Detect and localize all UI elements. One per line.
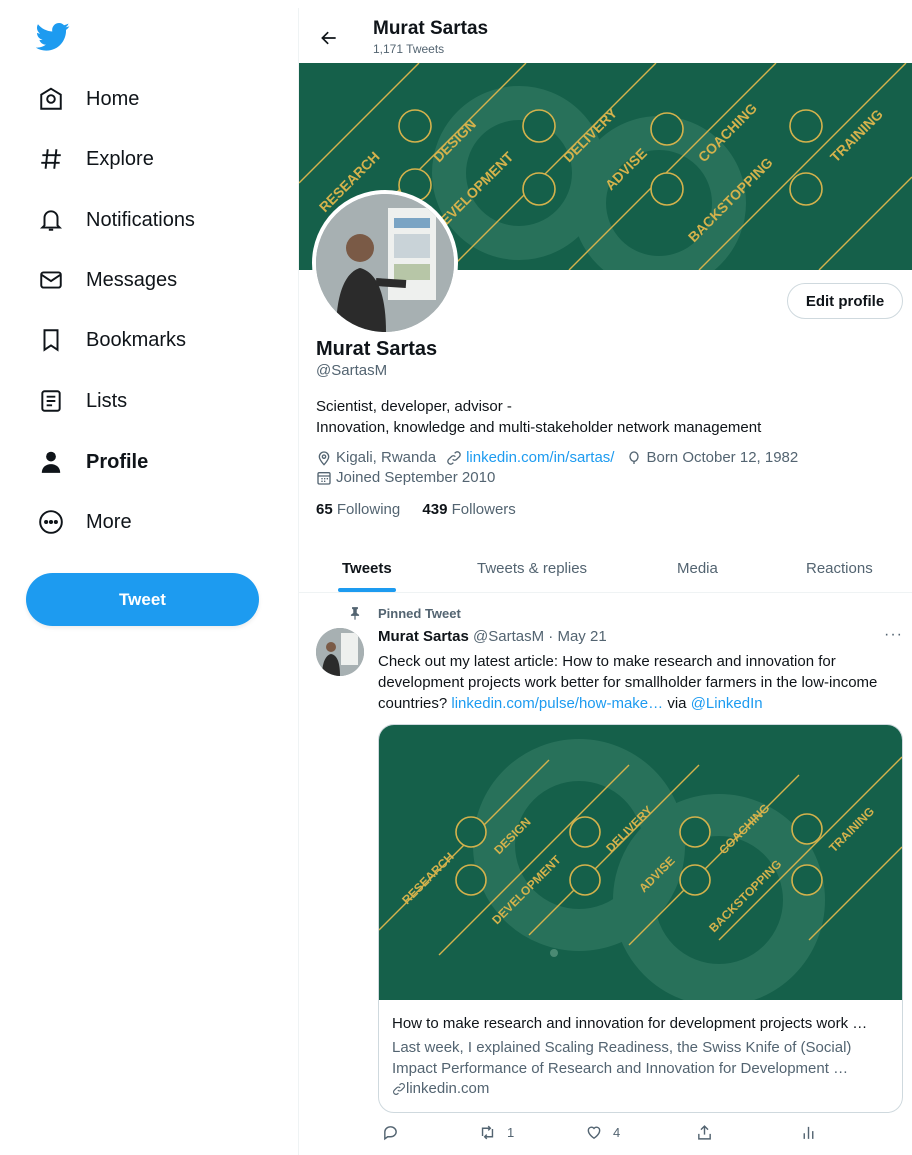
analytics-button[interactable]	[800, 1124, 817, 1141]
sidebar-item-label: Home	[86, 87, 140, 110]
bio-line: Scientist, developer, advisor -	[316, 398, 512, 415]
tweet-button[interactable]: Tweet	[26, 573, 259, 626]
active-tab-indicator	[338, 588, 396, 592]
tab-tweets-replies[interactable]: Tweets & replies	[477, 544, 587, 592]
followers-count: 439	[422, 501, 448, 518]
card-title: How to make research and innovation for …	[392, 1015, 868, 1032]
card-banner-word: RESEARCH	[399, 850, 457, 908]
back-arrow-icon[interactable]	[315, 24, 343, 52]
tweet-header: Murat Sartas @SartasM · May 21	[378, 628, 607, 645]
tweet-link[interactable]: linkedin.com/pulse/how-make…	[451, 695, 663, 712]
sidebar-item-label: Explore	[86, 147, 154, 170]
card-domain: linkedin.com	[406, 1080, 490, 1097]
pin-icon	[348, 606, 362, 625]
profile-bio: Scientist, developer, advisor - Innovati…	[316, 396, 761, 438]
bio-line: Innovation, knowledge and multi-stakehol…	[316, 419, 762, 436]
like-count: 4	[613, 1125, 621, 1140]
sidebar-item-home[interactable]: Home	[36, 79, 139, 119]
sidebar-item-label: Messages	[86, 268, 178, 291]
profile-location: Kigali, Rwanda	[336, 449, 437, 466]
tweet-text: Check out my latest article: How to make…	[378, 651, 908, 714]
tab-reactions[interactable]: Reactions	[806, 544, 873, 592]
profile-joined-row: Joined September 2010	[316, 469, 495, 486]
card-banner-word: BACKSTOPPING	[706, 857, 784, 935]
sidebar-item-explore[interactable]: Explore	[36, 139, 154, 179]
share-icon	[698, 1125, 711, 1140]
card-domain-row: linkedin.com	[392, 1080, 489, 1097]
card-description: Last week, I explained Scaling Readiness…	[392, 1039, 852, 1077]
tab-media[interactable]: Media	[677, 544, 718, 592]
sidebar-item-messages[interactable]: Messages	[36, 260, 177, 300]
profile-joined-date: Joined September 2010	[336, 469, 496, 486]
header-profile-name: Murat Sartas	[373, 18, 489, 39]
edit-profile-button[interactable]: Edit profile	[787, 283, 903, 319]
person-icon	[36, 447, 66, 477]
card-image: RESEARCH DESIGN DEVELOPMENT DELIVERY ADV…	[379, 725, 902, 1000]
bell-icon	[36, 205, 66, 235]
link-preview-card[interactable]: RESEARCH DESIGN DEVELOPMENT DELIVERY ADV…	[378, 724, 903, 1113]
profile-tabs: Tweets Tweets & replies Media Reactions	[299, 544, 912, 593]
bookmark-icon	[36, 325, 66, 355]
retweet-icon	[481, 1125, 494, 1140]
profile-meta-row: Kigali, Rwanda linkedin.com/in/sartas/ B…	[316, 449, 798, 466]
balloon-icon	[629, 450, 640, 464]
profile-handle: @SartasM	[316, 362, 388, 379]
link-icon	[393, 1082, 405, 1095]
following-label: Following	[336, 501, 401, 518]
tab-tweets[interactable]: Tweets	[342, 544, 392, 592]
profile-website-link[interactable]: linkedin.com/in/sartas/	[466, 449, 614, 466]
pinned-tweet-label: Pinned Tweet	[378, 606, 461, 621]
share-button[interactable]	[696, 1124, 713, 1141]
tweet-actions: 1 4	[378, 1124, 908, 1148]
tweet-author-name[interactable]: Murat Sartas	[378, 628, 469, 645]
sidebar-item-bookmarks[interactable]: Bookmarks	[36, 320, 186, 360]
sidebar-item-label: Profile	[86, 450, 149, 473]
list-icon	[36, 386, 66, 416]
follow-stats: 65 Following 439 Followers	[316, 501, 516, 518]
sidebar: Home Explore Notifications Messages Book…	[0, 0, 298, 1155]
following-link[interactable]: 65 Following	[316, 501, 400, 518]
following-count: 65	[316, 501, 333, 518]
retweet-button[interactable]: 1	[478, 1124, 514, 1141]
tweet-author-handle[interactable]: @SartasM	[473, 628, 544, 645]
hashtag-icon	[36, 144, 66, 174]
followers-label: Followers	[451, 501, 516, 518]
sidebar-item-label: Lists	[86, 389, 128, 412]
link-icon	[447, 450, 461, 465]
sidebar-item-notifications[interactable]: Notifications	[36, 200, 195, 240]
banner-word: TRAINING	[827, 106, 886, 165]
twitter-logo-icon[interactable]	[35, 22, 70, 52]
home-icon	[36, 84, 66, 114]
more-circle-icon	[36, 507, 66, 537]
profile-avatar[interactable]	[312, 190, 458, 336]
tweet-author-avatar[interactable]	[316, 628, 364, 676]
reply-icon	[384, 1126, 397, 1141]
card-banner-word: TRAINING	[826, 804, 877, 855]
retweet-count: 1	[507, 1125, 515, 1140]
like-button[interactable]: 4	[585, 1124, 620, 1141]
calendar-icon	[317, 471, 331, 485]
sidebar-item-label: More	[86, 510, 132, 533]
profile-header-bar: Murat Sartas 1,171 Tweets	[299, 8, 912, 63]
header-tweet-count: 1,171 Tweets	[373, 42, 445, 56]
tweet-date[interactable]: May 21	[557, 628, 606, 645]
tweet-mention[interactable]: @LinkedIn	[691, 695, 763, 712]
location-icon	[318, 450, 330, 466]
sidebar-item-lists[interactable]: Lists	[36, 381, 127, 421]
heart-icon	[587, 1126, 601, 1140]
tweet-via: via	[667, 695, 687, 712]
reply-button[interactable]	[382, 1124, 409, 1141]
tweet-more-icon[interactable]: ···	[884, 626, 903, 644]
followers-link[interactable]: 439 Followers	[422, 501, 515, 518]
profile-birthdate: Born October 12, 1982	[646, 449, 799, 466]
profile-name: Murat Sartas	[316, 338, 438, 360]
envelope-icon	[36, 265, 66, 295]
sidebar-item-label: Notifications	[86, 208, 195, 231]
tweet-separator: ·	[548, 628, 554, 645]
sidebar-item-more[interactable]: More	[36, 502, 132, 542]
analytics-icon	[803, 1126, 814, 1139]
sidebar-item-profile[interactable]: Profile	[36, 442, 148, 482]
sidebar-item-label: Bookmarks	[86, 328, 187, 351]
avatar-photo	[316, 194, 454, 332]
